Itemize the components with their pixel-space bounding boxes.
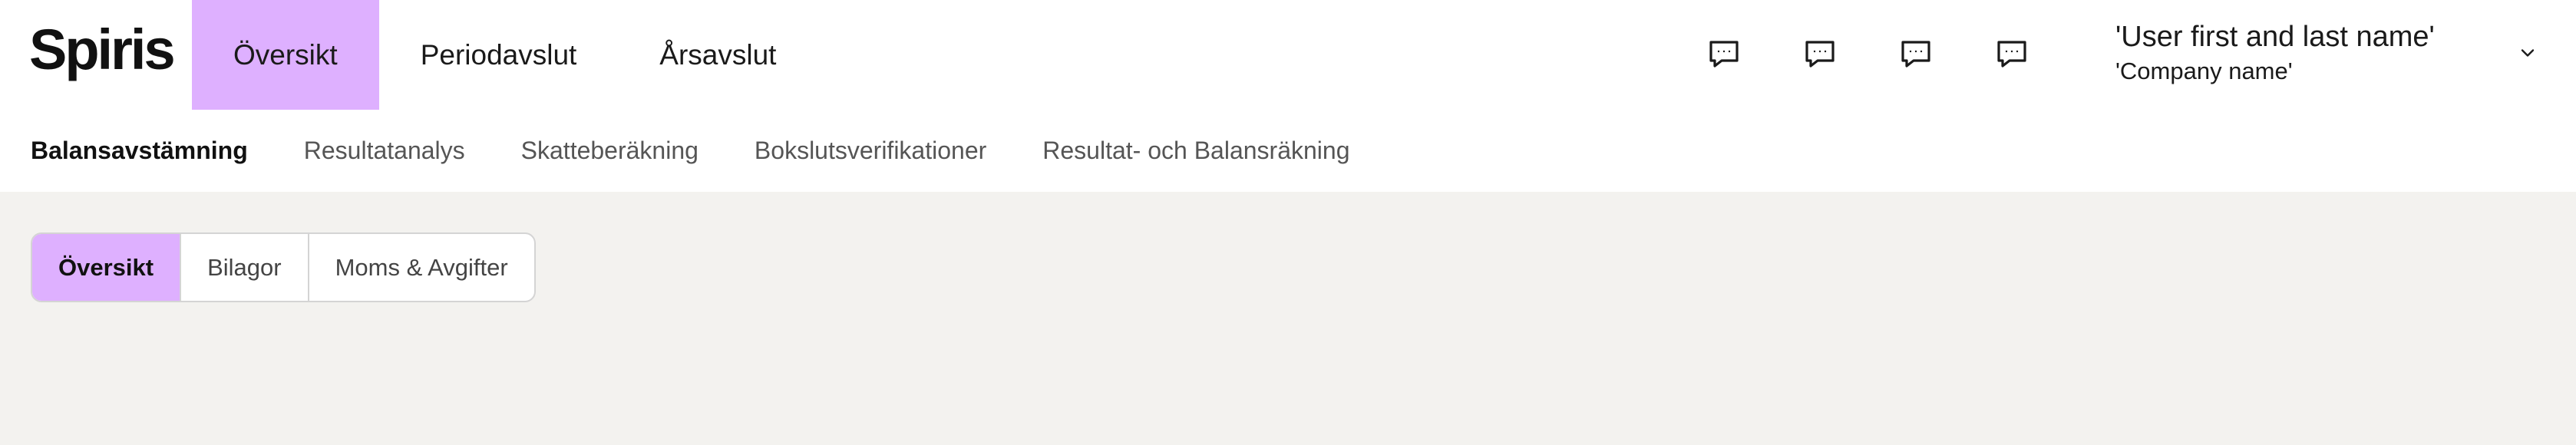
chat-bubble-icon[interactable] bbox=[1798, 32, 1841, 75]
segment-oversikt[interactable]: Översikt bbox=[32, 234, 180, 301]
main-tab-arsavslut[interactable]: Årsavslut bbox=[618, 0, 817, 110]
top-header: Spiris Översikt Periodavslut Årsavslut '… bbox=[0, 0, 2576, 110]
sub-navigation: Balansavstämning Resultatanalys Skattebe… bbox=[0, 110, 2576, 192]
sub-tab-balansavstamning[interactable]: Balansavstämning bbox=[31, 137, 248, 165]
spiris-logo[interactable]: Spiris bbox=[29, 21, 176, 78]
sub-tab-resultatanalys[interactable]: Resultatanalys bbox=[304, 137, 465, 165]
chat-bubble-icon[interactable] bbox=[1990, 32, 2033, 75]
header-icon-group bbox=[1702, 32, 2033, 75]
segment-moms-avgifter[interactable]: Moms & Avgifter bbox=[307, 234, 534, 301]
main-tab-periodavslut[interactable]: Periodavslut bbox=[379, 0, 619, 110]
sub-tab-skatteberakning[interactable]: Skatteberäkning bbox=[521, 137, 698, 165]
user-name: 'User first and last name' bbox=[2115, 21, 2435, 53]
segment-bilagor[interactable]: Bilagor bbox=[180, 234, 308, 301]
view-segmented-control: Översikt Bilagor Moms & Avgifter bbox=[31, 232, 536, 302]
chevron-down-icon[interactable] bbox=[2515, 40, 2541, 66]
sub-tab-resultat-och-balansrakning[interactable]: Resultat- och Balansräkning bbox=[1042, 137, 1349, 165]
chat-bubble-icon[interactable] bbox=[1702, 32, 1745, 75]
user-menu[interactable]: 'User first and last name' 'Company name… bbox=[2115, 18, 2435, 87]
company-name: 'Company name' bbox=[2115, 58, 2293, 84]
main-tab-oversikt[interactable]: Översikt bbox=[192, 0, 379, 110]
chat-bubble-icon[interactable] bbox=[1894, 32, 1937, 75]
main-navigation: Översikt Periodavslut Årsavslut bbox=[192, 0, 817, 110]
sub-tab-bokslutsverifikationer[interactable]: Bokslutsverifikationer bbox=[755, 137, 986, 165]
